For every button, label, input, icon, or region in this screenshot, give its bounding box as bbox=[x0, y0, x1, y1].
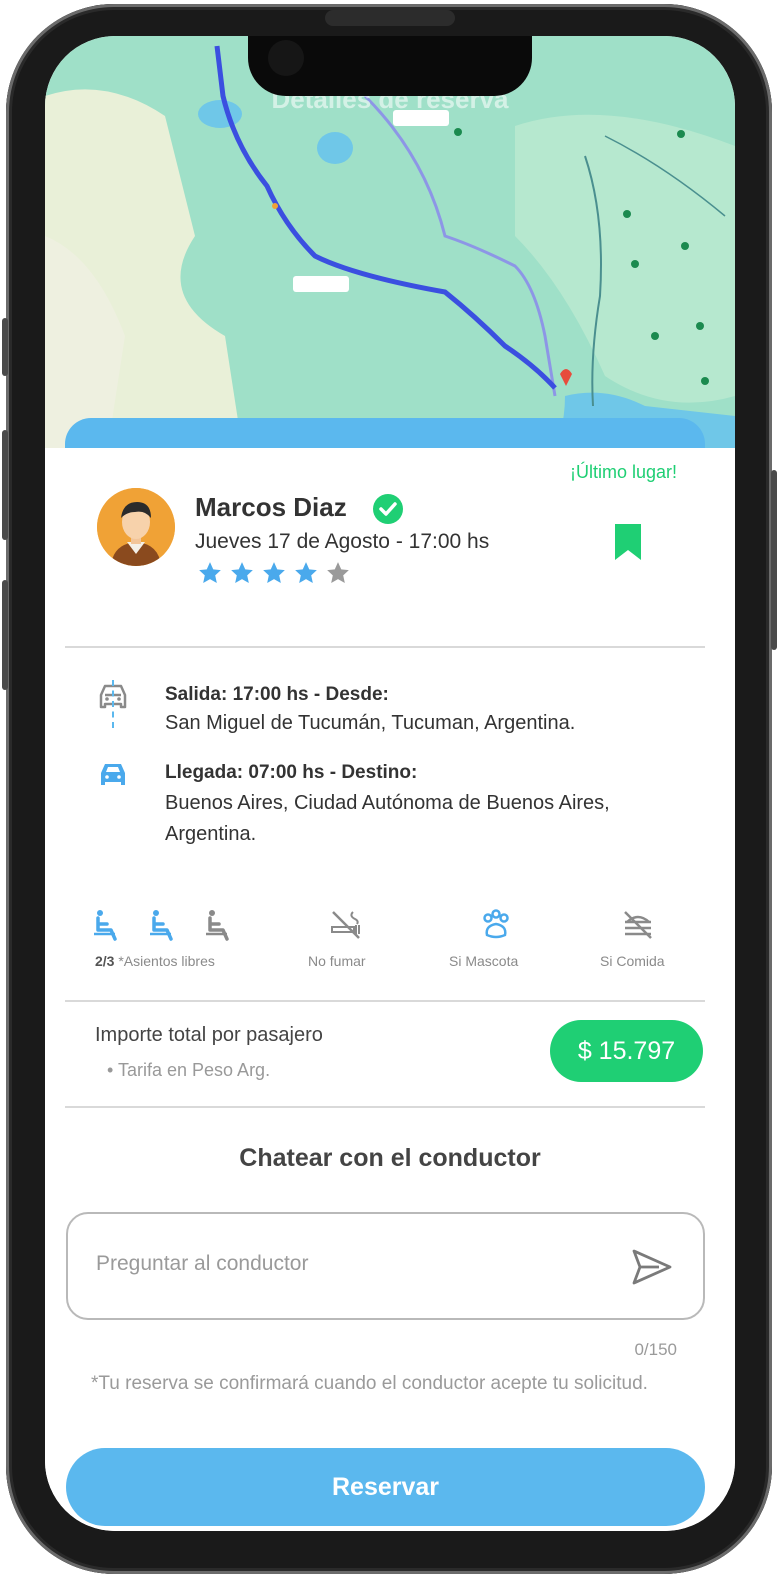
no-smoking-icon bbox=[329, 908, 363, 942]
driver-name: Marcos Diaz bbox=[195, 492, 347, 522]
star-filled-icon bbox=[231, 562, 253, 583]
app-screen: Detalles de reserva ¡Último lugar! Marco… bbox=[45, 36, 735, 1531]
divider bbox=[65, 1106, 705, 1108]
arrival-label: Llegada: 07:00 hs - Destino: bbox=[165, 762, 418, 783]
chat-title: Chatear con el conductor bbox=[239, 1144, 541, 1172]
send-icon[interactable] bbox=[631, 1248, 673, 1286]
divider bbox=[65, 646, 705, 648]
currency-note-text: Tarifa en Peso Arg. bbox=[117, 1060, 271, 1080]
check-circle-icon bbox=[373, 494, 403, 524]
route-map[interactable]: Detalles de reserva bbox=[45, 36, 735, 466]
paw-icon bbox=[479, 908, 513, 942]
char-counter: 0/150 bbox=[634, 1340, 677, 1359]
reserve-button[interactable]: Reservar bbox=[66, 1448, 705, 1526]
arrival-place: Buenos Aires, Ciudad Autónoma de Buenos … bbox=[165, 792, 610, 845]
star-filled-icon bbox=[263, 562, 285, 583]
power-button bbox=[771, 470, 777, 650]
departure-place: San Miguel de Tucumán, Tucuman, Argentin… bbox=[165, 712, 576, 734]
avatar bbox=[97, 488, 175, 566]
currency-note: • Tarifa en Peso Arg. bbox=[107, 1060, 271, 1080]
car-filled-icon bbox=[96, 760, 130, 790]
mute-switch bbox=[2, 318, 8, 376]
bookmark-icon[interactable] bbox=[613, 522, 643, 562]
seats-text: *Asientos libres bbox=[118, 953, 215, 969]
speaker-grille bbox=[325, 10, 455, 26]
no-food-icon bbox=[621, 908, 655, 942]
food-label: Si Comida bbox=[600, 953, 665, 969]
route-connector bbox=[112, 680, 114, 728]
seats-available-label: 2/3 *Asientos libres bbox=[95, 953, 215, 969]
avatar-man-icon bbox=[97, 488, 175, 566]
chat-box bbox=[66, 1212, 705, 1320]
price-label: Importe total por pasajero bbox=[95, 1024, 323, 1046]
driver-rating bbox=[197, 560, 351, 586]
seats-count: 2/3 bbox=[95, 953, 115, 969]
divider bbox=[65, 1000, 705, 1002]
front-camera bbox=[268, 40, 304, 76]
reservation-card: ¡Último lugar! Marcos Diaz Jueves 17 de … bbox=[45, 448, 735, 1531]
confirmation-note: *Tu reserva se confirmará cuando el cond… bbox=[91, 1373, 648, 1394]
departure-label: Salida: 17:00 hs - Desde: bbox=[165, 684, 389, 705]
volume-down-button bbox=[2, 580, 8, 690]
seat-taken-icon bbox=[203, 908, 237, 942]
seat-available-icon bbox=[91, 908, 125, 942]
last-seat-badge: ¡Último lugar! bbox=[569, 462, 677, 482]
chat-input[interactable] bbox=[96, 1252, 596, 1276]
star-filled-icon bbox=[199, 562, 221, 583]
seat-available-icon bbox=[147, 908, 181, 942]
no-smoking-label: No fumar bbox=[308, 953, 366, 969]
star-filled-icon bbox=[295, 562, 317, 583]
volume-up-button bbox=[2, 430, 8, 540]
price-badge: $ 15.797 bbox=[550, 1020, 703, 1082]
star-empty-icon bbox=[327, 562, 349, 583]
trip-date-time: Jueves 17 de Agosto - 17:00 hs bbox=[195, 530, 490, 553]
pets-label: Si Mascota bbox=[449, 953, 519, 969]
